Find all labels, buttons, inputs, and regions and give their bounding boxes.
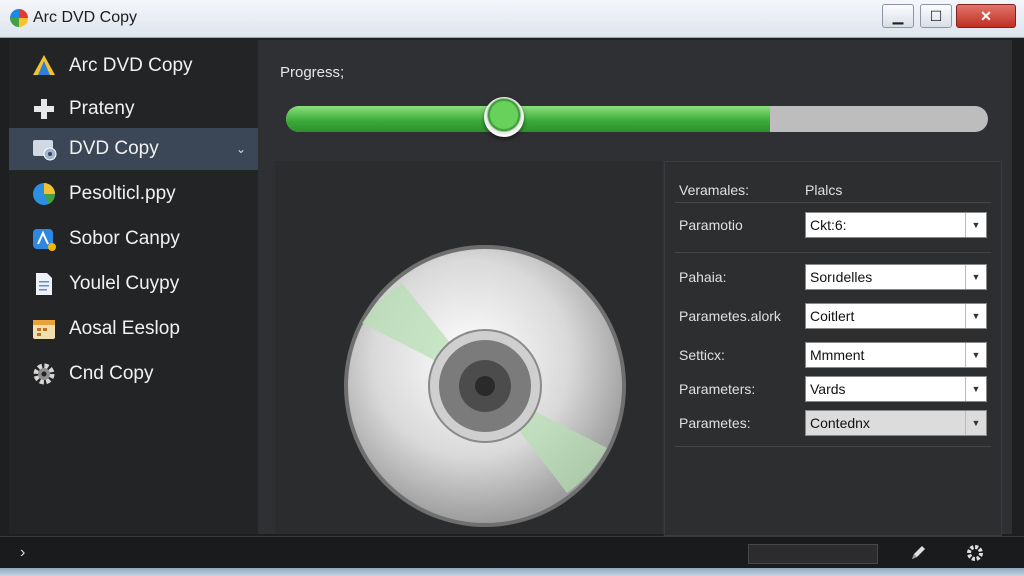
pencil-icon[interactable] (908, 543, 928, 563)
param-label: Parametes.alork (679, 308, 781, 324)
sidebar-item-cnd-copy[interactable]: Cnd Copy (9, 353, 258, 395)
sidebar-item-youlel-cuypy[interactable]: Youlel Cuypy (9, 263, 258, 305)
arc-logo-icon (31, 53, 57, 79)
dropdown-arrow-icon[interactable]: ▼ (965, 411, 986, 435)
params-header-left: Veramales: (679, 182, 750, 198)
progress-slider-thumb[interactable] (483, 97, 524, 137)
param-label: Parametes: (679, 415, 751, 431)
sidebar-item-aosal-eeslop[interactable]: Aosal Eeslop (9, 308, 258, 350)
sidebar: Arc DVD Copy Prateny DVD Copy ⌄ Pesoltic… (9, 40, 258, 534)
app-logo-icon (10, 9, 28, 27)
sidebar-item-label: Youlel Cuypy (69, 273, 180, 294)
dropdown-arrow-icon[interactable]: ▼ (965, 265, 986, 289)
sidebar-item-label: Pesolticl.ppy (69, 183, 176, 204)
divider (675, 202, 991, 203)
progress-fill (286, 106, 771, 132)
dropdown-arrow-icon[interactable]: ▼ (965, 213, 986, 237)
divider (675, 446, 991, 447)
dropdown-arrow-icon[interactable]: ▼ (965, 343, 986, 367)
sidebar-item-label: DVD Copy (69, 138, 159, 159)
progress-label: Progress; (280, 64, 345, 81)
status-field (748, 544, 878, 564)
document-icon (31, 271, 57, 297)
param-select-value: Mmment (810, 347, 865, 363)
sidebar-item-pesolticl[interactable]: Pesolticl.ppy (9, 173, 258, 215)
param-select[interactable]: Coitlert ▼ (805, 303, 987, 329)
param-label: Setticx: (679, 347, 725, 363)
param-select-value: Contednx (810, 415, 870, 431)
minimize-button[interactable]: ▁ (882, 4, 914, 28)
settings-icon[interactable] (965, 543, 985, 563)
dropdown-arrow-icon[interactable]: ▼ (965, 377, 986, 401)
gear-icon (31, 361, 57, 387)
expand-arrow-icon[interactable]: › (20, 544, 25, 562)
main-panel: Progress; Veramales: Plalcs Paramotio Ck… (258, 40, 1012, 536)
parameters-panel: Veramales: Plalcs Paramotio Ckt:6: ▼ Pah… (664, 161, 1002, 536)
maximize-button[interactable]: ☐ (920, 4, 952, 28)
sidebar-item-label: Sobor Canpy (69, 228, 180, 249)
dropdown-arrow-icon[interactable]: ▼ (965, 304, 986, 328)
sidebar-item-label: Arc DVD Copy (69, 55, 193, 76)
sidebar-item-sobor-canpy[interactable]: Sobor Canpy (9, 218, 258, 260)
title-bar: Arc DVD Copy ▁ ☐ ✕ (0, 0, 1024, 38)
app-store-icon (31, 226, 57, 252)
param-select-value: Vards (810, 381, 846, 397)
param-select[interactable]: Mmment ▼ (805, 342, 987, 368)
sidebar-item-label: Aosal Eeslop (69, 318, 180, 339)
param-select[interactable]: Ckt:6: ▼ (805, 212, 987, 238)
dvd-disc-image (344, 245, 626, 527)
param-select-value: Sorıdelles (810, 269, 873, 285)
param-label: Pahaia: (679, 269, 727, 285)
sidebar-item-dvd-copy[interactable]: DVD Copy ⌄ (9, 128, 258, 170)
sidebar-item-arc-dvd-copy[interactable]: Arc DVD Copy (9, 45, 258, 87)
dvd-copy-icon (31, 136, 57, 162)
param-select[interactable]: Sorıdelles ▼ (805, 264, 987, 290)
sidebar-item-prateny[interactable]: Prateny (9, 88, 258, 130)
status-bar: › (0, 536, 1024, 569)
pie-chart-icon (31, 181, 57, 207)
param-select-value: Coitlert (810, 308, 855, 324)
sidebar-item-label: Prateny (69, 98, 135, 119)
param-label: Parameters: (679, 381, 756, 397)
param-select[interactable]: Contednx ▼ (805, 410, 987, 436)
plus-icon (31, 96, 57, 122)
close-button[interactable]: ✕ (956, 4, 1016, 28)
window-title: Arc DVD Copy (33, 9, 138, 26)
divider (675, 252, 991, 253)
param-label: Paramotio (679, 217, 743, 233)
params-header-right: Plalcs (805, 182, 843, 198)
param-select[interactable]: Vards ▼ (805, 376, 987, 402)
disc-preview (275, 161, 662, 534)
chevron-down-icon[interactable]: ⌄ (236, 142, 246, 156)
window-bottom-edge (0, 568, 1024, 576)
param-select-value: Ckt:6: (810, 217, 847, 233)
progress-track[interactable] (286, 106, 988, 132)
sidebar-item-label: Cnd Copy (69, 363, 154, 384)
calendar-icon (31, 316, 57, 342)
